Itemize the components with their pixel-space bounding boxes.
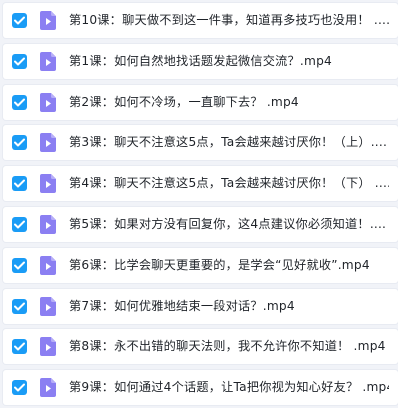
list-item[interactable]: 第10课：聊天做不到这一件事，知道再多技巧也没用！ .... <box>3 3 398 38</box>
file-name: 第3课：聊天不注意这5点，Ta会越来越讨厌你！（上）.... <box>69 135 388 150</box>
video-file-icon <box>40 378 56 398</box>
video-file-icon <box>40 174 56 194</box>
list-item[interactable]: 第7课：如何优雅地结束一段对话？.mp4 <box>3 288 398 324</box>
list-item[interactable]: 第5课：如果对方没有回复你，这4点建议你必须知道！.... <box>3 206 398 242</box>
video-file-icon <box>40 255 56 275</box>
file-name: 第7课：如何优雅地结束一段对话？.mp4 <box>69 298 295 313</box>
checkbox-checked-icon[interactable] <box>12 53 27 69</box>
file-name: 第8课：永不出错的聊天法则，我不允许你不知道！ .mp4 <box>69 339 386 354</box>
video-file-icon <box>40 51 56 71</box>
video-file-icon <box>40 11 56 30</box>
list-item[interactable]: 第6课：比学会聊天更重要的，是学会“见好就收”.mp4 <box>3 247 398 283</box>
video-file-icon <box>40 337 56 357</box>
checkbox-checked-icon[interactable] <box>12 380 27 396</box>
file-name: 第5课：如果对方没有回复你，这4点建议你必须知道！.... <box>69 216 387 231</box>
checkbox-checked-icon[interactable] <box>12 216 27 232</box>
checkbox-checked-icon[interactable] <box>12 13 27 28</box>
video-file-icon <box>40 133 56 153</box>
checkbox-checked-icon[interactable] <box>12 298 27 314</box>
checkbox-checked-icon[interactable] <box>12 257 27 273</box>
list-item[interactable]: 第2课：如何不冷场，一直聊下去？ .mp4 <box>3 84 398 120</box>
video-file-icon <box>40 296 56 316</box>
video-file-icon <box>40 92 56 112</box>
file-name: 第6课：比学会聊天更重要的，是学会“见好就收”.mp4 <box>69 257 370 272</box>
file-list: 第10课：聊天做不到这一件事，知道再多技巧也没用！ .... 第1课：如何自然地… <box>0 0 398 408</box>
list-item[interactable]: 第4课：聊天不注意这5点，Ta会越来越讨厌你！（下） .... <box>3 166 398 202</box>
list-item[interactable]: 第3课：聊天不注意这5点，Ta会越来越讨厌你！（上）.... <box>3 125 398 161</box>
checkbox-checked-icon[interactable] <box>12 135 27 151</box>
list-item[interactable]: 第9课：如何通过4个话题，让Ta把你视为知心好友？ .mp4 <box>3 370 398 406</box>
file-name: 第9课：如何通过4个话题，让Ta把你视为知心好友？ .mp4 <box>69 380 389 395</box>
checkbox-checked-icon[interactable] <box>12 339 27 355</box>
checkbox-checked-icon[interactable] <box>12 94 27 110</box>
file-name: 第2课：如何不冷场，一直聊下去？ .mp4 <box>69 94 299 109</box>
video-file-icon <box>40 214 56 234</box>
file-name: 第10课：聊天做不到这一件事，知道再多技巧也没用！ .... <box>69 13 389 27</box>
list-item[interactable]: 第1课：如何自然地找话题发起微信交流？.mp4 <box>3 43 398 79</box>
list-item[interactable]: 第8课：永不出错的聊天法则，我不允许你不知道！ .mp4 <box>3 329 398 365</box>
checkbox-checked-icon[interactable] <box>12 176 27 192</box>
file-name: 第4课：聊天不注意这5点，Ta会越来越讨厌你！（下） .... <box>69 176 389 191</box>
file-name: 第1课：如何自然地找话题发起微信交流？.mp4 <box>69 53 332 68</box>
